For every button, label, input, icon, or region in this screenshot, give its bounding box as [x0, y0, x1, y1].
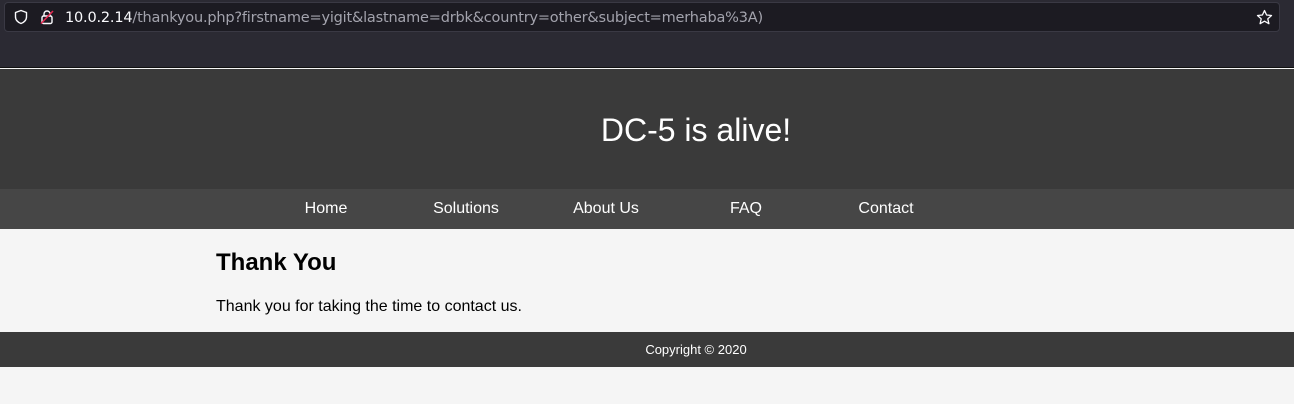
address-bar[interactable]: 10.0.2.14/thankyou.php?firstname=yigit&l… [4, 2, 1280, 32]
nav-item-contact[interactable]: Contact [816, 189, 956, 229]
copyright-text: Copyright © 2020 [645, 342, 747, 357]
star-icon[interactable] [1256, 9, 1273, 26]
site-footer: Copyright © 2020 [0, 332, 1294, 367]
shield-icon[interactable] [13, 9, 29, 25]
url-host: 10.0.2.14 [65, 10, 133, 26]
lock-icon[interactable] [39, 9, 55, 25]
nav-item-about-us[interactable]: About Us [536, 189, 676, 229]
site-title: DC-5 is alive! [600, 112, 792, 148]
nav-item-solutions[interactable]: Solutions [396, 189, 536, 229]
page-heading: Thank You [216, 249, 337, 276]
main-nav: Home Solutions About Us FAQ Contact [0, 189, 1294, 229]
nav-item-home[interactable]: Home [256, 189, 396, 229]
nav-item-faq[interactable]: FAQ [676, 189, 816, 229]
url-text[interactable]: 10.0.2.14/thankyou.php?firstname=yigit&l… [65, 9, 763, 27]
thank-you-message: Thank you for taking the time to contact… [216, 298, 522, 315]
browser-toolbar: 10.0.2.14/thankyou.php?firstname=yigit&l… [0, 0, 1294, 68]
site-header: DC-5 is alive! [0, 69, 1294, 189]
url-path: /thankyou.php?firstname=yigit&lastname=d… [132, 10, 763, 26]
